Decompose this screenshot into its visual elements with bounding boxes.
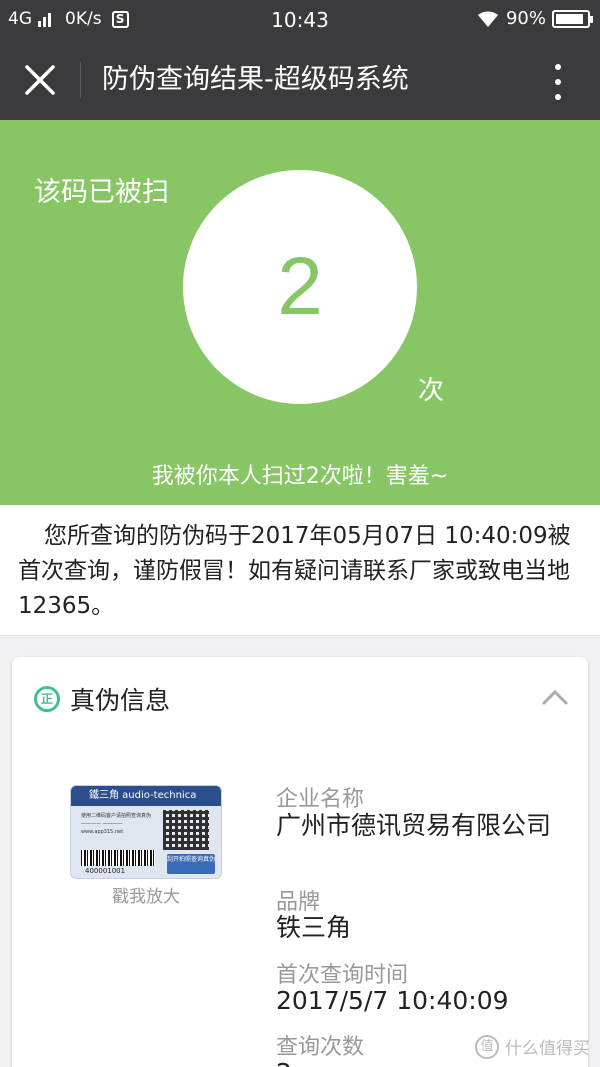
nav-divider bbox=[80, 62, 81, 98]
label-fineprint: 使用二维码客户请拍照查询真伪 ———— ———— www.app315.net bbox=[81, 813, 152, 835]
scan-label: 该码已被扫 bbox=[34, 177, 169, 208]
barcode-icon bbox=[81, 850, 155, 866]
field-label-company: 企业名称 bbox=[276, 787, 365, 812]
more-vertical-icon bbox=[555, 64, 561, 70]
field-value-brand: 铁三角 bbox=[276, 913, 352, 942]
card-title: 真伪信息 bbox=[70, 686, 171, 715]
battery-icon bbox=[552, 9, 593, 28]
field-value-first-query: 2017/5/7 10:40:09 bbox=[276, 986, 509, 1015]
status-right: 90% bbox=[476, 8, 593, 29]
qr-code-icon bbox=[163, 810, 209, 850]
label-number: 400001001 bbox=[85, 867, 126, 875]
query-notice: 您所查询的防伪码于2017年05月07日 10:40:09被首次查询，谨防假冒！… bbox=[0, 505, 600, 636]
scan-count-banner: 该码已被扫 2 次 我被你本人扫过2次啦！害羞~ bbox=[0, 120, 600, 505]
more-button[interactable] bbox=[538, 62, 578, 102]
card-header[interactable]: 正 真伪信息 bbox=[12, 657, 588, 739]
scan-count-unit: 次 bbox=[418, 376, 445, 406]
close-icon bbox=[25, 65, 55, 95]
battery-percent: 90% bbox=[505, 8, 546, 29]
page-title: 防伪查询结果-超级码系统 bbox=[102, 64, 409, 95]
watermark: 值 什么值得买 bbox=[475, 1034, 590, 1059]
status-bar: 4G 0K/s S 10:43 90% bbox=[0, 0, 600, 40]
notice-text: 您所查询的防伪码于2017年05月07日 10:40:09被首次查询，谨防假冒！… bbox=[18, 523, 571, 619]
watermark-text: 什么值得买 bbox=[505, 1039, 590, 1059]
label-scratch-area: 刮开拍照查询真伪 bbox=[167, 854, 215, 874]
chevron-up-icon[interactable] bbox=[540, 685, 570, 709]
label-brand-text: 鐵三角 audio-technica bbox=[71, 786, 221, 806]
label-thumbnail: 鐵三角 audio-technica 使用二维码客户请拍照查询真伪 ———— —… bbox=[70, 785, 222, 879]
label-image[interactable]: 鐵三角 audio-technica 使用二维码客户请拍照查询真伪 ———— —… bbox=[70, 785, 222, 879]
genuine-icon: 正 bbox=[34, 686, 60, 712]
scan-count: 2 bbox=[277, 241, 323, 332]
close-button[interactable] bbox=[18, 60, 62, 100]
scan-count-circle: 2 bbox=[183, 170, 417, 404]
zoom-caption[interactable]: 戳我放大 bbox=[70, 882, 222, 907]
watermark-icon: 值 bbox=[475, 1034, 499, 1059]
field-value-company: 广州市德讯贸易有限公司 bbox=[276, 811, 552, 840]
authenticity-card: 正 真伪信息 鐵三角 audio-technica 使用二维码客户请拍照查询真伪… bbox=[12, 657, 588, 1067]
scan-message: 我被你本人扫过2次啦！害羞~ bbox=[151, 464, 449, 489]
nav-bar: 防伪查询结果-超级码系统 bbox=[0, 40, 600, 120]
wifi-icon bbox=[477, 10, 498, 27]
